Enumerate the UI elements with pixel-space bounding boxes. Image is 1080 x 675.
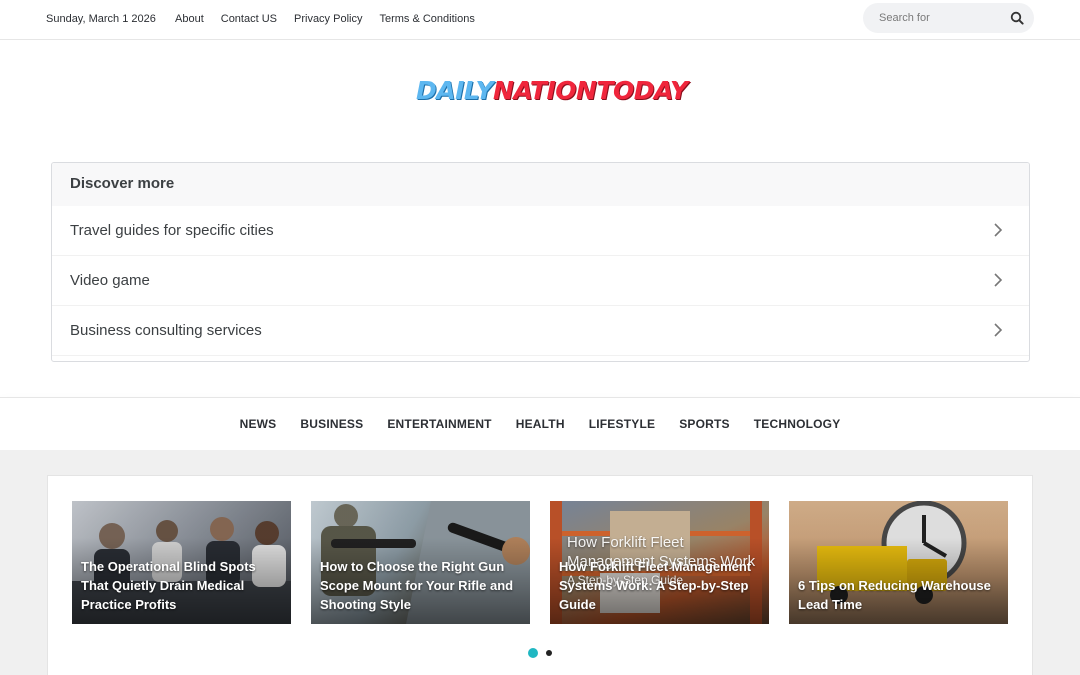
discover-item[interactable]: Video game	[52, 256, 1029, 306]
slide-title[interactable]: How to Choose the Right Gun Scope Mount …	[320, 557, 522, 614]
featured-slide[interactable]: 6 Tips on Reducing Warehouse Lead Time	[789, 501, 1008, 624]
nav-technology[interactable]: TECHNOLOGY	[754, 417, 841, 431]
nav-entertainment[interactable]: ENTERTAINMENT	[387, 417, 491, 431]
featured-slide[interactable]: How Forklift Fleet Management Systems Wo…	[550, 501, 769, 624]
logo-part-nationtoday: NATIONTODAY	[493, 76, 688, 105]
featured-slide[interactable]: The Operational Blind Spots That Quietly…	[72, 501, 291, 624]
search-input[interactable]	[879, 10, 999, 26]
slider-dot-active[interactable]	[528, 648, 538, 658]
nav-business[interactable]: BUSINESS	[300, 417, 363, 431]
nav-lifestyle[interactable]: LIFESTYLE	[589, 417, 655, 431]
top-link-about[interactable]: About	[175, 13, 204, 25]
search-icon[interactable]	[1010, 11, 1024, 25]
nav-health[interactable]: HEALTH	[516, 417, 565, 431]
slider-pagination	[528, 648, 552, 658]
site-logo[interactable]: DAILY NATIONTODAY	[416, 76, 688, 110]
slide-title[interactable]: The Operational Blind Spots That Quietly…	[81, 557, 283, 614]
nav-news[interactable]: NEWS	[240, 417, 277, 431]
chevron-right-icon	[994, 273, 1003, 287]
discover-item-label: Travel guides for specific cities	[70, 222, 274, 239]
slide-title[interactable]: How Forklift Fleet Management Systems Wo…	[559, 557, 761, 614]
chevron-right-icon	[994, 323, 1003, 337]
slide-title[interactable]: 6 Tips on Reducing Warehouse Lead Time	[798, 576, 1000, 614]
discover-item[interactable]: Business consulting services	[52, 306, 1029, 356]
top-link-contact[interactable]: Contact US	[221, 13, 277, 25]
discover-item-label: Business consulting services	[70, 322, 262, 339]
top-bar: Sunday, March 1 2026 About Contact US Pr…	[0, 0, 1080, 40]
top-link-terms[interactable]: Terms & Conditions	[379, 13, 474, 25]
top-nav: About Contact US Privacy Policy Terms & …	[175, 13, 475, 25]
current-date: Sunday, March 1 2026	[46, 13, 156, 25]
discover-more-heading: Discover more	[52, 163, 1029, 206]
discover-more-panel: Discover more Travel guides for specific…	[51, 162, 1030, 362]
slider-dot[interactable]	[546, 650, 552, 656]
main-nav: NEWS BUSINESS ENTERTAINMENT HEALTH LIFES…	[0, 397, 1080, 450]
chevron-right-icon	[994, 223, 1003, 237]
logo-part-daily: DAILY	[416, 76, 494, 105]
top-link-privacy[interactable]: Privacy Policy	[294, 13, 362, 25]
discover-item-label: Video game	[70, 272, 150, 289]
discover-item[interactable]: Travel guides for specific cities	[52, 206, 1029, 256]
featured-slide[interactable]: How to Choose the Right Gun Scope Mount …	[311, 501, 530, 624]
search-box	[863, 3, 1034, 33]
nav-sports[interactable]: SPORTS	[679, 417, 730, 431]
